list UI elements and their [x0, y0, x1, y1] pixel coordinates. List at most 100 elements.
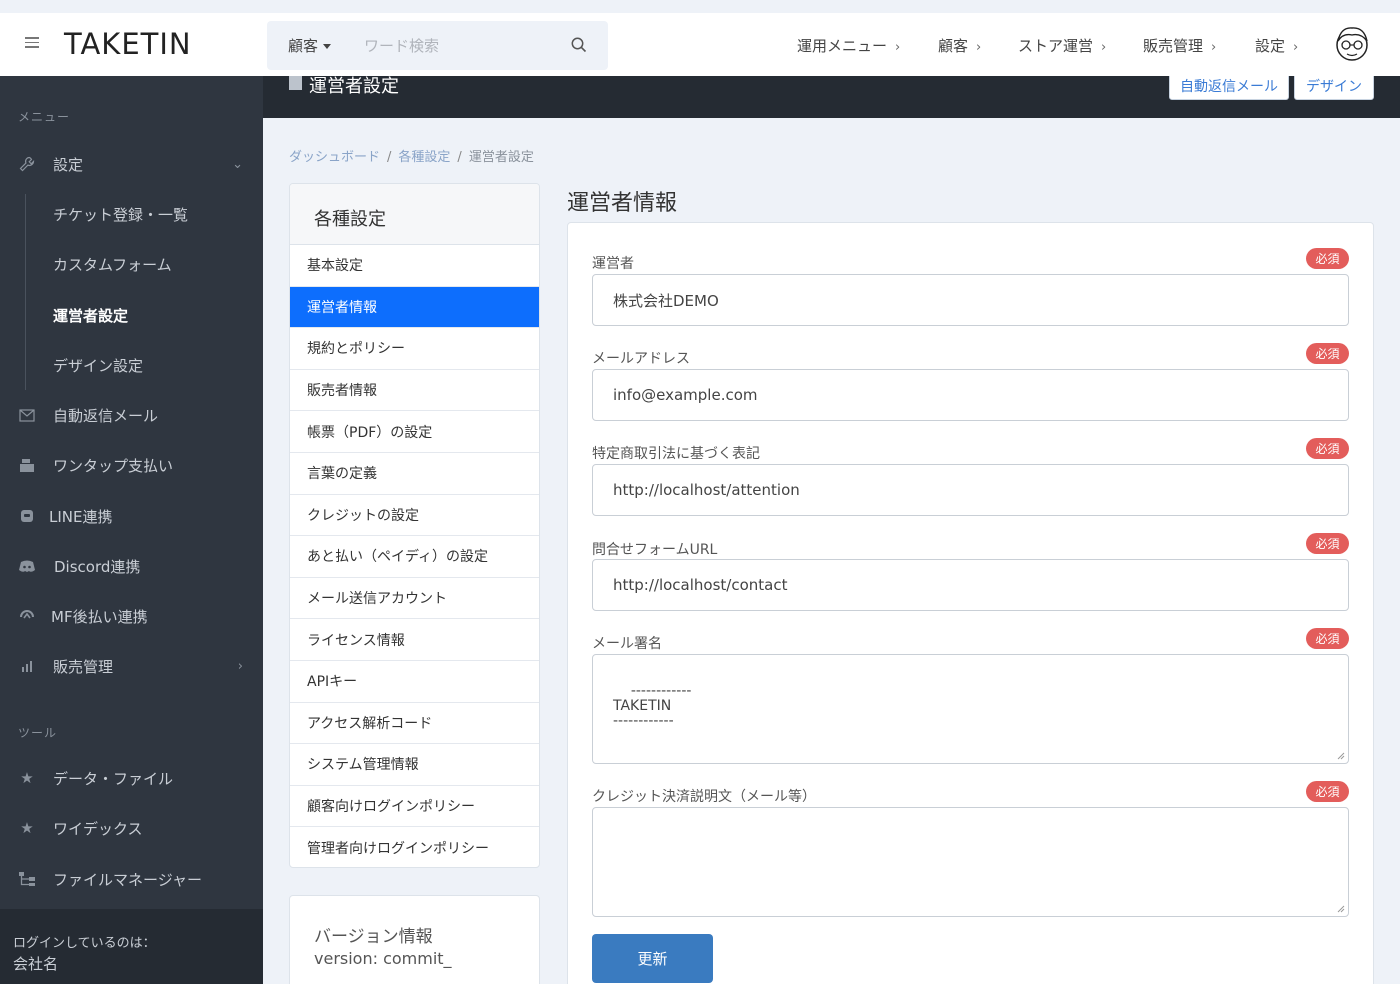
register-icon — [18, 456, 36, 474]
credit-desc-textarea[interactable] — [592, 807, 1349, 917]
settings-menu-card: 各種設定 基本設定 運営者情報 規約とポリシー 販売者情報 帳票（PDF）の設定… — [289, 183, 540, 868]
version-value: version: commit_ — [314, 949, 452, 968]
search-scope-dropdown[interactable]: 顧客 — [288, 35, 332, 56]
mail-icon — [18, 406, 36, 424]
breadcrumb-settings[interactable]: 各種設定 — [398, 150, 450, 165]
operator-form: 運営者 必須 株式会社DEMO メールアドレス 必須 info@example.… — [567, 222, 1374, 984]
sidebar-sub-design-settings[interactable]: デザイン設定 — [53, 355, 143, 376]
settings-item-basic[interactable]: 基本設定 — [290, 245, 539, 287]
taketin-logo[interactable]: TAKETIN — [64, 27, 192, 61]
settings-item-api-key[interactable]: APIキー — [290, 661, 539, 703]
settings-item-admin-login[interactable]: 管理者向けログインポリシー — [290, 827, 539, 867]
sidebar-item-label: MF後払い連携 — [51, 607, 148, 626]
nav-customers[interactable]: 顧客 › — [938, 35, 981, 56]
sidebar-item-label: ファイルマネージャー — [53, 870, 202, 889]
operator-label: 運営者 — [592, 256, 634, 272]
credit-desc-label: クレジット決済説明文（メール等） — [592, 789, 816, 805]
design-button[interactable]: デザイン — [1294, 76, 1374, 100]
sidebar: メニュー 設定 ⌄ チケット登録・一覧 カスタムフォーム 運営者設定 デザイン設… — [0, 76, 263, 984]
sidebar-item-widex[interactable]: ★ ワイデックス — [0, 808, 263, 848]
required-badge: 必須 — [1306, 248, 1349, 269]
sidebar-item-data-files[interactable]: ★ データ・ファイル — [0, 758, 263, 798]
settings-item-pdf[interactable]: 帳票（PDF）の設定 — [290, 411, 539, 453]
auto-reply-mail-button[interactable]: 自動返信メール — [1169, 76, 1289, 100]
app-header: TAKETIN 顧客 運用メニュー› 顧客› ストア運営› 販売管理› 設定› — [0, 13, 1400, 76]
form-title: 運営者情報 — [567, 191, 678, 216]
mf-icon — [18, 607, 36, 625]
caret-down-icon — [323, 44, 332, 49]
chevron-down-icon: ⌄ — [232, 156, 243, 172]
settings-item-license[interactable]: ライセンス情報 — [290, 619, 539, 661]
sidebar-sub-custom-form[interactable]: カスタムフォーム — [53, 254, 172, 275]
settings-item-credit[interactable]: クレジットの設定 — [290, 495, 539, 537]
sidebar-item-label: 販売管理 — [53, 657, 114, 676]
bar-chart-icon — [18, 657, 36, 675]
contact-label: 問合せフォームURL — [592, 542, 718, 558]
sitemap-icon — [18, 870, 36, 888]
sidebar-item-mf[interactable]: MF後払い連携 — [0, 596, 263, 636]
logged-in-label: ログインしているのは： — [13, 936, 156, 951]
chevron-right-icon: › — [976, 40, 982, 55]
sidebar-sub-operator-settings[interactable]: 運営者設定 — [53, 305, 128, 326]
settings-item-words[interactable]: 言葉の定義 — [290, 453, 539, 495]
logged-in-company: 会社名 — [13, 955, 59, 973]
sidebar-item-sales[interactable]: 販売管理 › — [0, 646, 263, 686]
star-icon: ★ — [20, 819, 34, 837]
settings-item-terms[interactable]: 規約とポリシー — [290, 328, 539, 370]
nav-settings[interactable]: 設定 › — [1255, 35, 1298, 56]
nav-sales[interactable]: 販売管理 › — [1143, 35, 1216, 56]
operator-input[interactable]: 株式会社DEMO — [592, 274, 1349, 326]
settings-item-customer-login[interactable]: 顧客向けログインポリシー — [290, 786, 539, 828]
nav-operation-menu[interactable]: 運用メニュー › — [797, 35, 900, 56]
update-button[interactable]: 更新 — [592, 934, 713, 983]
page-title: 運営者設定 — [309, 76, 399, 97]
sidebar-sub-tickets[interactable]: チケット登録・一覧 — [53, 204, 188, 225]
sidebar-item-label: データ・ファイル — [53, 769, 174, 788]
sidebar-footer: ログインしているのは： 会社名 — [0, 909, 263, 984]
settings-item-seller-info[interactable]: 販売者情報 — [290, 370, 539, 412]
settings-item-analytics[interactable]: アクセス解析コード — [290, 703, 539, 745]
required-badge: 必須 — [1306, 438, 1349, 459]
chevron-right-icon: › — [1293, 40, 1299, 55]
signature-text: ------------ TAKETIN ------------ — [613, 683, 692, 729]
resize-handle-icon[interactable] — [1337, 752, 1345, 760]
breadcrumb-dashboard[interactable]: ダッシュボード — [289, 150, 380, 165]
tokusho-url-input[interactable]: http://localhost/attention — [592, 464, 1349, 516]
sidebar-item-settings[interactable]: 設定 ⌄ — [0, 144, 263, 184]
breadcrumb-current: 運営者設定 — [468, 150, 534, 165]
settings-item-system[interactable]: システム管理情報 — [290, 744, 539, 786]
chevron-right-icon: › — [1101, 40, 1107, 55]
search-box: 顧客 — [267, 21, 608, 70]
hamburger-menu-icon[interactable] — [25, 37, 39, 49]
chevron-right-icon: › — [895, 40, 901, 55]
sidebar-item-discord[interactable]: Discord連携 — [0, 546, 263, 586]
settings-item-operator-info[interactable]: 運営者情報 — [290, 286, 539, 329]
required-badge: 必須 — [1306, 628, 1349, 649]
star-icon: ★ — [20, 769, 34, 787]
search-icon[interactable] — [571, 37, 587, 53]
version-card: バージョン情報 version: commit_ — [289, 895, 540, 984]
wrench-icon — [18, 155, 36, 173]
settings-item-mail-account[interactable]: メール送信アカウント — [290, 578, 539, 620]
contact-url-input[interactable]: http://localhost/contact — [592, 559, 1349, 611]
signature-textarea[interactable]: ------------ TAKETIN ------------ — [592, 654, 1349, 764]
sidebar-item-file-manager[interactable]: ファイルマネージャー — [0, 859, 263, 899]
required-badge: 必須 — [1306, 533, 1349, 554]
resize-handle-icon[interactable] — [1337, 905, 1345, 913]
sidebar-item-line[interactable]: LINE連携 — [0, 496, 263, 536]
sidebar-section-tools: ツール — [18, 726, 58, 740]
sidebar-item-one-tap[interactable]: ワンタップ支払い — [0, 445, 263, 485]
discord-icon — [18, 557, 36, 575]
email-input[interactable]: info@example.com — [592, 369, 1349, 421]
user-avatar[interactable] — [1333, 23, 1371, 65]
sidebar-item-label: ワンタップ支払い — [53, 456, 174, 475]
sidebar-item-auto-reply[interactable]: 自動返信メール — [0, 395, 263, 435]
page-header-bar: 運営者設定 自動返信メール デザイン — [263, 76, 1400, 118]
nav-store[interactable]: ストア運営 › — [1018, 35, 1106, 56]
settings-item-paidy[interactable]: あと払い（ペイディ）の設定 — [290, 536, 539, 578]
sidebar-section-menu: メニュー — [18, 110, 71, 124]
search-input[interactable] — [364, 33, 554, 59]
sidebar-item-label: LINE連携 — [49, 507, 113, 526]
settings-menu-title: 各種設定 — [290, 184, 539, 245]
required-badge: 必須 — [1306, 343, 1349, 364]
